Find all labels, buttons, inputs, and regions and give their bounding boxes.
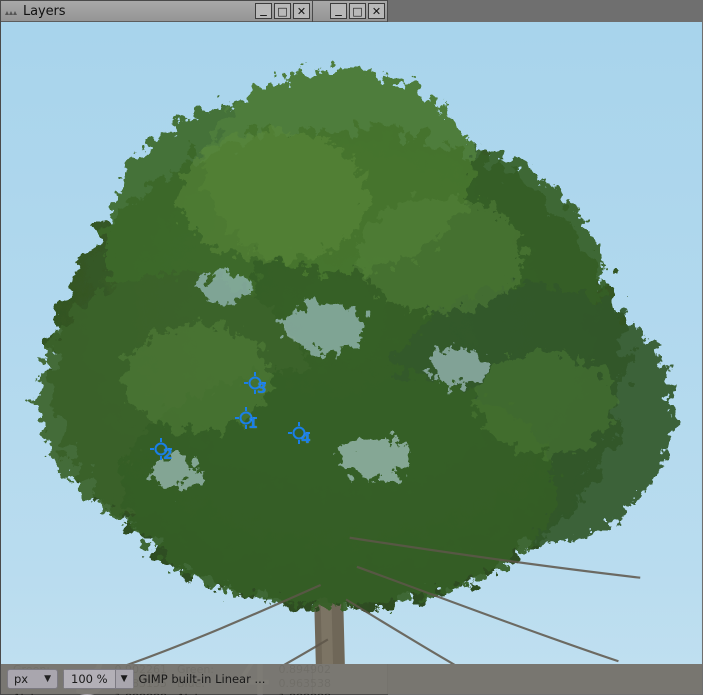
chevron-down-icon: ▼: [44, 674, 51, 684]
zoom-control[interactable]: 100 % ▼: [63, 669, 133, 689]
minimize-button[interactable]: _: [255, 3, 272, 19]
close-button[interactable]: ✕: [368, 3, 385, 19]
chevron-down-icon[interactable]: ▼: [115, 669, 134, 689]
unit-value: px: [14, 672, 28, 686]
layers-window-buttons: _ □ ✕: [255, 3, 310, 19]
zoom-value[interactable]: 100 %: [63, 669, 115, 689]
image-window: *tree-srgb.xcf-4.0 (RGB color 32-bit lin…: [0, 0, 388, 695]
layers-titlebar[interactable]: Layers _ □ ✕: [1, 1, 312, 22]
unit-selector[interactable]: px ▼: [7, 669, 58, 689]
tree-photograph: [1, 22, 702, 664]
image-statusbar: px ▼ 100 % ▼ GIMP built-in Linear ...: [1, 664, 702, 694]
layers-window-title: Layers: [23, 4, 251, 19]
minimize-button[interactable]: _: [330, 3, 347, 19]
maximize-button[interactable]: □: [349, 3, 366, 19]
dock-handle-icon: [4, 5, 19, 18]
maximize-button[interactable]: □: [274, 3, 291, 19]
gimp-screen: Layers _ □ ✕ Layers ◀ Mode Nor: [0, 0, 703, 695]
color-profile-label: GIMP built-in Linear ...: [139, 672, 266, 686]
image-window-buttons: _ □ ✕: [330, 3, 385, 19]
image-canvas[interactable]: 1 2 3 4: [1, 22, 702, 664]
close-button[interactable]: ✕: [293, 3, 310, 19]
